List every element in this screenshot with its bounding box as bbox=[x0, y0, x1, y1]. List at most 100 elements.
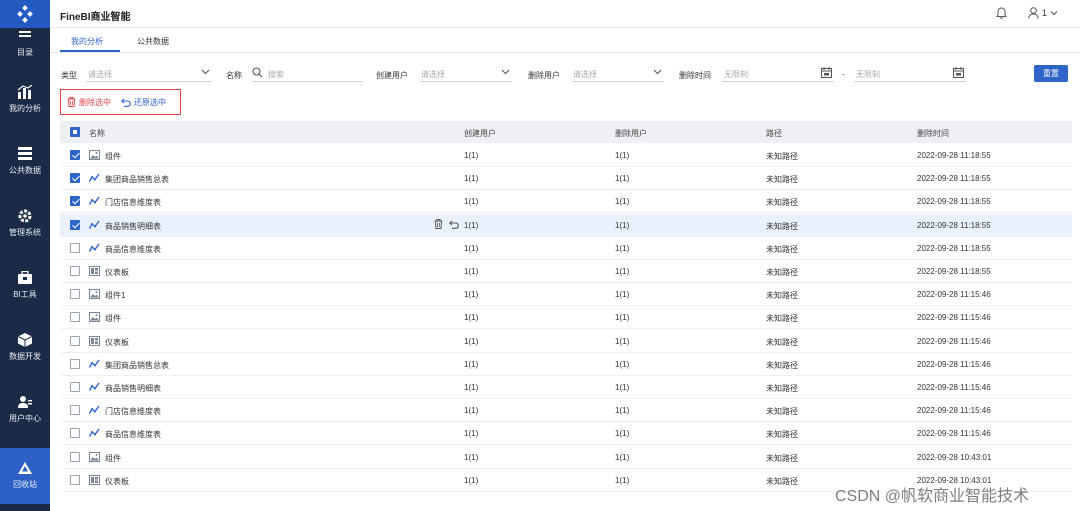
row-checkbox[interactable] bbox=[70, 150, 80, 160]
delete-time-end-input[interactable]: 无限制 bbox=[854, 64, 966, 82]
user-menu[interactable]: 1 bbox=[1028, 7, 1058, 19]
table-row[interactable]: 仪表板 1(1) 1(1) 未知路径 2022-09-28 11:15:46 bbox=[60, 330, 1072, 353]
bell-icon[interactable] bbox=[996, 7, 1007, 21]
row-name[interactable]: 商品信息维度表 bbox=[105, 429, 161, 440]
deleter-filter-select[interactable]: 请选择 bbox=[571, 64, 664, 82]
table-row[interactable]: 商品销售明细表 1(1) 1(1) 未知路径 2022-09-28 11:18:55 bbox=[60, 214, 1072, 237]
creator-filter-select[interactable]: 请选择 bbox=[419, 64, 512, 82]
row-checkbox[interactable] bbox=[70, 266, 80, 276]
row-checkbox[interactable] bbox=[70, 336, 80, 346]
sidebar-item-data-dev[interactable]: 数据开发 bbox=[0, 320, 50, 376]
trash-icon[interactable] bbox=[434, 219, 443, 229]
column-header-delete-time[interactable]: 删除时间 bbox=[917, 128, 949, 139]
column-header-deleter[interactable]: 删除用户 bbox=[615, 128, 647, 139]
row-creator: 1(1) bbox=[464, 221, 479, 230]
column-header-name[interactable]: 名称 bbox=[89, 128, 105, 139]
sidebar-item-recycle-bin[interactable]: 回收站 bbox=[0, 448, 50, 504]
row-path: 未知路径 bbox=[766, 454, 798, 463]
table-row[interactable]: 仪表板 1(1) 1(1) 未知路径 2022-09-28 11:18:55 bbox=[60, 260, 1072, 283]
row-name[interactable]: 商品信息维度表 bbox=[105, 244, 161, 255]
sidebar-item-bi-tools[interactable]: BI工具 bbox=[0, 258, 50, 314]
row-checkbox[interactable] bbox=[70, 173, 80, 183]
sidebar-item-admin[interactable]: 管理系统 bbox=[0, 196, 50, 252]
name-search-input[interactable]: 搜索 bbox=[251, 64, 363, 82]
row-name[interactable]: 门店信息维度表 bbox=[105, 197, 161, 208]
row-path: 未知路径 bbox=[766, 430, 798, 439]
row-checkbox[interactable] bbox=[70, 382, 80, 392]
row-checkbox[interactable] bbox=[70, 289, 80, 299]
component-icon bbox=[89, 452, 100, 463]
row-name[interactable]: 组件 bbox=[105, 151, 121, 162]
column-header-path[interactable]: 路径 bbox=[766, 128, 782, 139]
row-name[interactable]: 仪表板 bbox=[105, 267, 129, 278]
catalog-icon bbox=[18, 28, 32, 44]
reset-button[interactable]: 重置 bbox=[1034, 65, 1068, 82]
restore-selected-button[interactable]: 还原选中 bbox=[121, 97, 166, 108]
table-row[interactable]: 门店信息维度表 1(1) 1(1) 未知路径 2022-09-28 11:15:46 bbox=[60, 399, 1072, 422]
row-path: 未知路径 bbox=[766, 407, 798, 416]
row-name[interactable]: 组件1 bbox=[105, 290, 125, 301]
delete-time-end-placeholder: 无限制 bbox=[856, 70, 880, 79]
name-search-placeholder: 搜索 bbox=[268, 70, 284, 79]
row-creator: 1(1) bbox=[464, 337, 479, 346]
table-row[interactable]: 商品信息维度表 1(1) 1(1) 未知路径 2022-09-28 11:15:46 bbox=[60, 422, 1072, 445]
deleter-filter-placeholder: 请选择 bbox=[573, 70, 597, 79]
row-deleter: 1(1) bbox=[615, 267, 630, 276]
row-checkbox[interactable] bbox=[70, 220, 80, 230]
row-path: 未知路径 bbox=[766, 175, 798, 184]
creator-filter-label: 创建用户 bbox=[376, 71, 408, 80]
undo-icon[interactable] bbox=[449, 220, 459, 229]
analysis-icon bbox=[88, 196, 100, 207]
delete-selected-button[interactable]: 删除选中 bbox=[67, 97, 111, 108]
row-name[interactable]: 组件 bbox=[105, 453, 121, 464]
sidebar-item-catalog[interactable]: 目录 bbox=[0, 22, 50, 64]
table-row[interactable]: 组件 1(1) 1(1) 未知路径 2022-09-28 11:18:55 bbox=[60, 144, 1072, 167]
tab-my-analysis[interactable]: 我的分析 bbox=[71, 36, 103, 47]
row-name[interactable]: 商品销售明细表 bbox=[105, 221, 161, 232]
table-row[interactable]: 商品信息维度表 1(1) 1(1) 未知路径 2022-09-28 11:18:55 bbox=[60, 237, 1072, 260]
sidebar-item-user-center[interactable]: 用户中心 bbox=[0, 382, 50, 438]
delete-time-start-input[interactable]: 无限制 bbox=[722, 64, 834, 82]
row-checkbox[interactable] bbox=[70, 312, 80, 322]
row-path: 未知路径 bbox=[766, 384, 798, 393]
row-checkbox[interactable] bbox=[70, 475, 80, 485]
row-checkbox[interactable] bbox=[70, 405, 80, 415]
row-deleter: 1(1) bbox=[615, 174, 630, 183]
row-name[interactable]: 集团商品销售总表 bbox=[105, 360, 169, 371]
row-checkbox[interactable] bbox=[70, 359, 80, 369]
row-name[interactable]: 组件 bbox=[105, 313, 121, 324]
calendar-icon bbox=[953, 67, 964, 78]
row-name[interactable]: 商品销售明细表 bbox=[105, 383, 161, 394]
logo-icon bbox=[17, 5, 33, 23]
sidebar-item-my-analysis[interactable]: 我的分析 bbox=[0, 72, 50, 128]
row-checkbox[interactable] bbox=[70, 452, 80, 462]
table-row[interactable]: 组件 1(1) 1(1) 未知路径 2022-09-28 10:43:01 bbox=[60, 446, 1072, 469]
row-creator: 1(1) bbox=[464, 453, 479, 462]
row-creator: 1(1) bbox=[464, 151, 479, 160]
row-creator: 1(1) bbox=[464, 197, 479, 206]
tab-public-data[interactable]: 公共数据 bbox=[137, 36, 169, 47]
row-name[interactable]: 仪表板 bbox=[105, 337, 129, 348]
row-delete-time: 2022-09-28 11:15:46 bbox=[917, 429, 991, 438]
table-row[interactable]: 集团商品销售总表 1(1) 1(1) 未知路径 2022-09-28 11:18:55 bbox=[60, 167, 1072, 190]
column-header-creator[interactable]: 创建用户 bbox=[464, 128, 496, 139]
table-row[interactable]: 门店信息维度表 1(1) 1(1) 未知路径 2022-09-28 11:18:55 bbox=[60, 190, 1072, 213]
row-checkbox[interactable] bbox=[70, 428, 80, 438]
row-deleter: 1(1) bbox=[615, 383, 630, 392]
row-delete-time: 2022-09-28 11:15:46 bbox=[917, 406, 991, 415]
row-name[interactable]: 门店信息维度表 bbox=[105, 406, 161, 417]
sidebar-item-public-data[interactable]: 公共数据 bbox=[0, 134, 50, 190]
table-row[interactable]: 商品销售明细表 1(1) 1(1) 未知路径 2022-09-28 11:15:46 bbox=[60, 376, 1072, 399]
chevron-down-icon bbox=[501, 69, 510, 75]
type-filter-select[interactable]: 请选择 bbox=[86, 64, 212, 82]
table-row[interactable]: 集团商品销售总表 1(1) 1(1) 未知路径 2022-09-28 11:15:46 bbox=[60, 353, 1072, 376]
table-row[interactable]: 组件1 1(1) 1(1) 未知路径 2022-09-28 11:15:46 bbox=[60, 283, 1072, 306]
row-checkbox[interactable] bbox=[70, 196, 80, 206]
row-path: 未知路径 bbox=[766, 291, 798, 300]
row-name[interactable]: 仪表板 bbox=[105, 476, 129, 487]
select-all-checkbox[interactable] bbox=[70, 127, 80, 137]
row-name[interactable]: 集团商品销售总表 bbox=[105, 174, 169, 185]
table-row[interactable]: 组件 1(1) 1(1) 未知路径 2022-09-28 11:15:46 bbox=[60, 306, 1072, 329]
row-path: 未知路径 bbox=[766, 152, 798, 161]
row-checkbox[interactable] bbox=[70, 243, 80, 253]
